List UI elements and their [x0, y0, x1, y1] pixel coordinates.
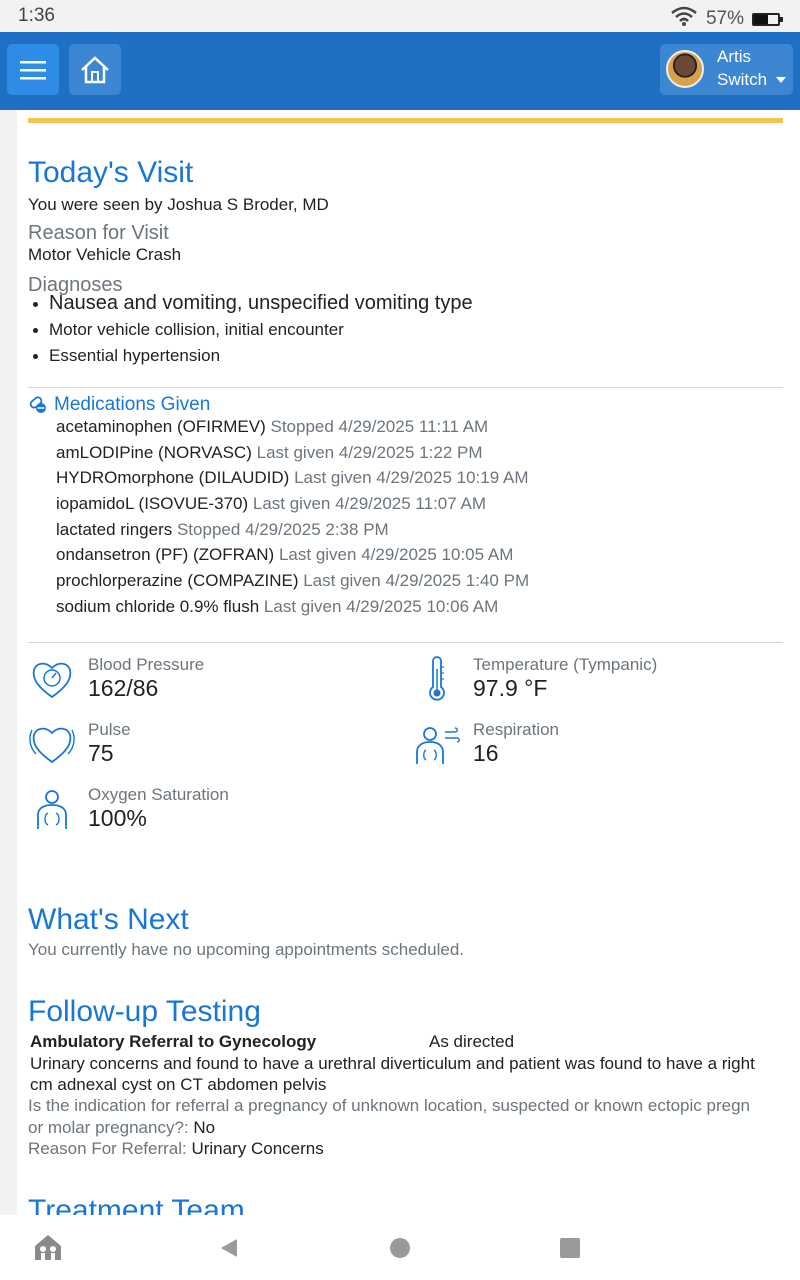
referral-question-text: or molar pregnancy?:	[28, 1118, 189, 1137]
divider	[28, 387, 783, 388]
medication-name: iopamidoL (ISOVUE-370)	[56, 494, 249, 514]
battery-percent: 57%	[705, 8, 744, 29]
medication-name: acetaminophen (OFIRMEV)	[56, 417, 266, 436]
referral-reason-value: Urinary Concerns	[191, 1139, 324, 1158]
mychart-home-icon[interactable]	[33, 1232, 63, 1262]
vital-oxygen-saturation: Oxygen Saturation 100%	[28, 785, 388, 837]
divider	[28, 642, 783, 643]
referral-question-line2: or molar pregnancy?: No	[28, 1118, 215, 1138]
vital-value: 16	[473, 740, 499, 766]
followup-testing-title: Follow-up Testing	[28, 995, 261, 1028]
medication-name: HYDROmorphone (DILAUDID)	[56, 468, 290, 488]
todays-visit-title: Today's Visit	[28, 156, 194, 189]
recents-icon[interactable]	[559, 1237, 581, 1259]
medication-item: HYDROmorphone (DILAUDID) Last given 4/29…	[56, 465, 529, 491]
medication-item: prochlorperazine (COMPAZINE) Last given …	[56, 568, 529, 594]
heart-gauge-icon	[32, 662, 72, 699]
seen-by: You were seen by Joshua S Broder, MD	[28, 195, 329, 214]
vital-label: Pulse	[88, 720, 131, 739]
status-bar: 1:36 57%	[0, 0, 800, 32]
vital-label: Temperature (Tympanic)	[473, 655, 658, 674]
menu-button[interactable]	[7, 44, 59, 95]
vital-value: 162/86	[88, 675, 159, 701]
thermometer-icon	[429, 656, 445, 701]
switch-label: Switch	[717, 70, 768, 89]
vital-label: Respiration	[473, 720, 559, 739]
referral-order: Ambulatory Referral to Gynecology	[30, 1032, 317, 1051]
back-icon[interactable]	[218, 1237, 240, 1259]
avatar	[666, 50, 704, 88]
diagnosis-item: Nausea and vomiting, unspecified vomitin…	[28, 290, 473, 317]
medications-label: Medications Given	[54, 394, 211, 415]
reason-value: Motor Vehicle Crash	[28, 245, 182, 264]
medication-status: Stopped 4/29/2025 11:11 AM	[270, 417, 489, 436]
medication-item: acetaminophen (OFIRMEV) Stopped 4/29/202…	[56, 414, 529, 440]
medication-item: iopamidoL (ISOVUE-370) Last given 4/29/2…	[56, 491, 529, 517]
diagnosis-item: Essential hypertension	[28, 343, 473, 369]
medication-name: prochlorperazine (COMPAZINE)	[56, 571, 299, 591]
medication-item: ondansetron (PF) (ZOFRAN) Last given 4/2…	[56, 542, 529, 568]
battery-icon	[752, 12, 783, 26]
hamburger-icon	[20, 60, 46, 79]
home-circle-icon[interactable]	[389, 1237, 411, 1259]
switch-user-button[interactable]: Artis Switch	[660, 44, 793, 95]
vital-respiration: Respiration 16	[413, 720, 773, 772]
vital-temperature: Temperature (Tympanic) 97.9 °F	[413, 655, 773, 707]
medications-title: Medications Given	[28, 394, 210, 416]
alert-bar	[28, 118, 783, 123]
medication-status: Last given 4/29/2025 10:19 AM	[294, 468, 529, 488]
medication-status: Last given 4/29/2025 11:07 AM	[252, 494, 486, 514]
vital-label: Blood Pressure	[88, 655, 205, 674]
medications-list: acetaminophen (OFIRMEV) Stopped 4/29/202…	[56, 414, 529, 620]
medication-status: Last given 4/29/2025 1:22 PM	[256, 442, 483, 462]
home-button[interactable]	[69, 44, 121, 95]
medication-item: sodium chloride 0.9% flush Last given 4/…	[56, 594, 529, 620]
vital-value: 75	[88, 740, 114, 766]
diagnoses-list: Nausea and vomiting, unspecified vomitin…	[28, 290, 473, 369]
home-icon	[81, 55, 109, 83]
referral-reason: Reason For Referral: Urinary Concerns	[28, 1139, 324, 1159]
app-header: Artis Switch	[0, 32, 800, 110]
heart-icon	[29, 727, 75, 764]
vital-blood-pressure: Blood Pressure 162/86	[28, 655, 388, 707]
referral-note-line2: cm adnexal cyst on CT abdomen pelvis	[30, 1075, 327, 1094]
visit-summary-page[interactable]: Today's Visit You were seen by Joshua S …	[17, 110, 800, 1215]
medication-name: amLODIPine (NORVASC)	[56, 442, 252, 462]
referral-note-line1: Urinary concerns and found to have a ure…	[30, 1054, 755, 1073]
system-nav-bar	[0, 1215, 800, 1280]
lungs-person-icon	[416, 727, 460, 764]
vital-label: Oxygen Saturation	[88, 785, 229, 804]
user-name: Artis	[717, 47, 751, 66]
medication-item: amLODIPine (NORVASC) Last given 4/29/202…	[56, 440, 529, 466]
referral-when: As directed	[429, 1032, 515, 1051]
medication-status: Stopped 4/29/2025 2:38 PM	[176, 519, 389, 539]
referral-question-answer: No	[193, 1118, 216, 1137]
diagnosis-item: Motor vehicle collision, initial encount…	[28, 317, 473, 343]
vital-pulse: Pulse 75	[28, 720, 388, 772]
medication-name: ondansetron (PF) (ZOFRAN)	[56, 545, 275, 565]
caret-down-icon	[776, 77, 786, 83]
treatment-team-title: Treatment Team	[28, 1194, 245, 1215]
medication-name: sodium chloride 0.9% flush	[56, 596, 260, 616]
wifi-icon	[670, 5, 698, 33]
referral-reason-label: Reason For Referral:	[28, 1139, 187, 1158]
person-lungs-icon	[37, 790, 67, 829]
vital-value: 97.9 °F	[473, 675, 548, 701]
vital-value: 100%	[88, 805, 147, 831]
medication-status: Last given 4/29/2025 10:05 AM	[278, 545, 514, 565]
medication-name: lactated ringers	[56, 519, 173, 539]
medication-item: lactated ringers Stopped 4/29/2025 2:38 …	[56, 517, 529, 543]
whats-next-title: What's Next	[28, 903, 189, 936]
medication-status: Last given 4/29/2025 10:06 AM	[263, 596, 499, 616]
reason-label: Reason for Visit	[28, 222, 169, 244]
status-time: 1:36	[18, 5, 55, 26]
pills-icon	[29, 396, 46, 413]
no-appointments-text: You currently have no upcoming appointme…	[28, 940, 464, 959]
medication-status: Last given 4/29/2025 1:40 PM	[303, 571, 530, 591]
referral-question-line1: Is the indication for referral a pregnan…	[28, 1096, 750, 1115]
